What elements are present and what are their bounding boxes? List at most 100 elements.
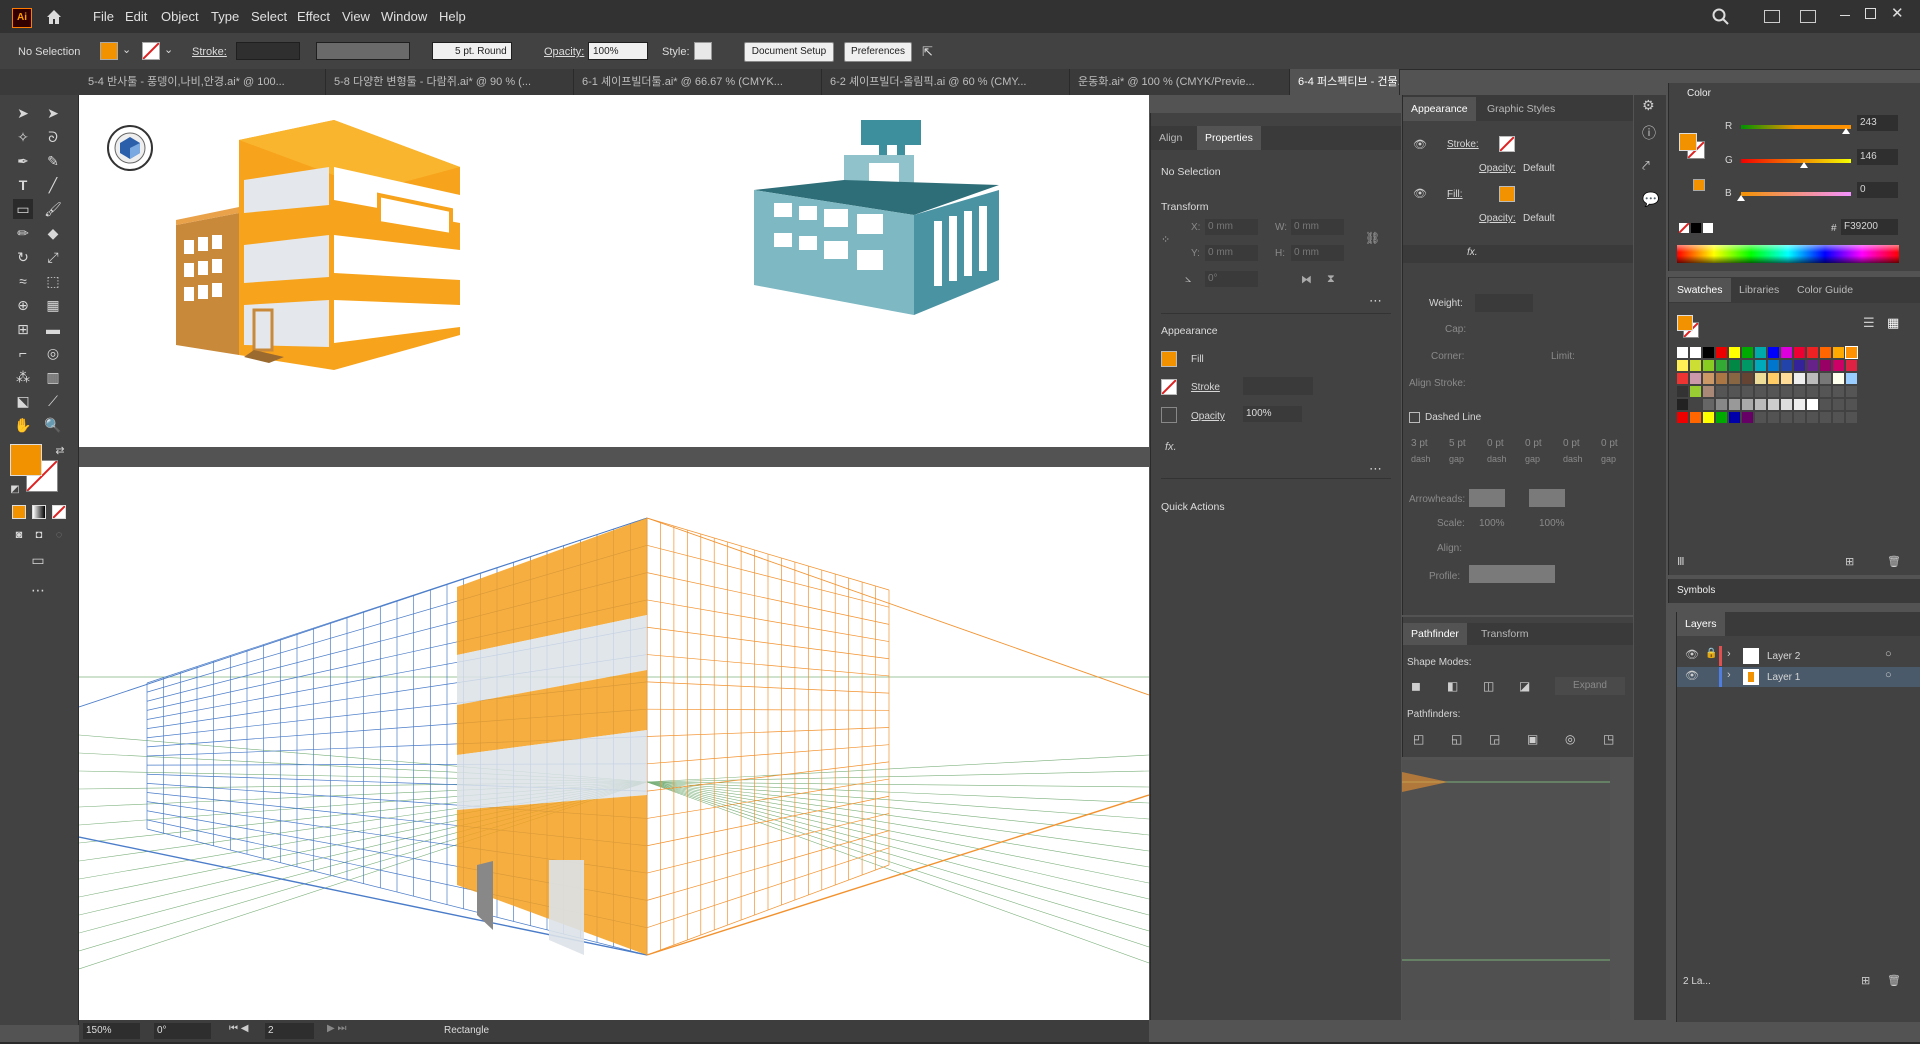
stroke-label[interactable]: Stroke: — [192, 46, 227, 58]
tab-align[interactable]: Align — [1151, 126, 1190, 150]
g-value-field[interactable]: 146 — [1857, 149, 1898, 165]
r-slider[interactable] — [1741, 125, 1851, 129]
menu-file[interactable]: File — [93, 9, 114, 24]
perspective-grid-tool-icon[interactable]: ▦ — [43, 295, 63, 315]
g-slider-thumb[interactable] — [1800, 162, 1809, 168]
color-swatch[interactable] — [1794, 360, 1805, 371]
color-swatch[interactable] — [1781, 412, 1792, 423]
appearance-fill-label[interactable]: Fill: — [1447, 189, 1463, 200]
color-swatch[interactable] — [1820, 386, 1831, 397]
home-icon[interactable] — [44, 7, 64, 27]
color-swatch[interactable] — [1716, 412, 1727, 423]
free-transform-tool-icon[interactable]: ⬚ — [43, 271, 63, 291]
appearance-fill-swatch[interactable] — [1499, 186, 1515, 202]
color-swatch[interactable] — [1690, 386, 1701, 397]
color-swatch[interactable] — [1742, 386, 1753, 397]
first-artboard-icon[interactable]: ⏮ ◀ — [229, 1023, 248, 1034]
color-swatch[interactable] — [1846, 412, 1857, 423]
color-swatch[interactable] — [1729, 347, 1740, 358]
search-icon[interactable] — [1712, 8, 1730, 26]
draw-normal-icon[interactable]: ◙ — [9, 525, 29, 545]
color-swatch[interactable] — [1703, 386, 1714, 397]
minus-back-icon[interactable]: ◳ — [1603, 732, 1614, 746]
out-of-gamut-swatch[interactable] — [1693, 179, 1705, 191]
color-swatch[interactable] — [1716, 360, 1727, 371]
color-swatch[interactable] — [1807, 412, 1818, 423]
color-swatch[interactable] — [1742, 360, 1753, 371]
workspace-icon[interactable] — [1800, 10, 1816, 23]
tab-appearance[interactable]: Appearance — [1403, 97, 1476, 121]
color-swatch[interactable] — [1820, 347, 1831, 358]
visibility-eye-icon[interactable]: 👁 — [1413, 187, 1427, 200]
color-swatch[interactable] — [1690, 360, 1701, 371]
color-swatch[interactable] — [1755, 347, 1766, 358]
color-swatch[interactable] — [1833, 386, 1844, 397]
hand-tool-icon[interactable]: ✋ — [13, 415, 33, 435]
color-swatch[interactable] — [1781, 386, 1792, 397]
pen-tool-icon[interactable]: ✒ — [13, 151, 33, 171]
type-tool-icon[interactable]: T — [13, 175, 33, 195]
color-swatch[interactable] — [1729, 399, 1740, 410]
stroke-color-swatch[interactable] — [142, 42, 160, 60]
expand-chevron-icon[interactable]: › — [1727, 648, 1731, 660]
symbol-sprayer-tool-icon[interactable]: ⁂ — [13, 367, 33, 387]
next-artboard-icon[interactable]: ▶ ⏭ — [327, 1023, 346, 1034]
color-swatch[interactable] — [1703, 347, 1714, 358]
color-swatch[interactable] — [1703, 412, 1714, 423]
color-swatch[interactable] — [1781, 347, 1792, 358]
color-swatch[interactable] — [1846, 386, 1857, 397]
intersect-icon[interactable]: ◫ — [1483, 679, 1494, 693]
color-swatch[interactable] — [1807, 373, 1818, 384]
reference-point-icon[interactable]: ⁘ — [1161, 233, 1170, 246]
menu-window[interactable]: Window — [381, 9, 427, 24]
expand-chevron-icon[interactable]: › — [1727, 669, 1731, 681]
color-swatch[interactable] — [1677, 373, 1688, 384]
visibility-eye-icon[interactable]: 👁 — [1413, 138, 1427, 151]
magic-wand-tool-icon[interactable]: ✧ — [13, 127, 33, 147]
comments-dock-icon[interactable]: 💬 — [1642, 191, 1659, 208]
lock-icon[interactable]: 🔒 — [1705, 648, 1717, 659]
new-layer-icon[interactable]: ⊞ — [1861, 974, 1870, 987]
artboard-tool-icon[interactable]: ⬕ — [13, 391, 33, 411]
color-swatch[interactable] — [1768, 386, 1779, 397]
color-spectrum[interactable] — [1677, 245, 1899, 263]
slice-tool-icon[interactable]: ⟋ — [43, 391, 63, 411]
gradient-tool-icon[interactable]: ▬ — [43, 319, 63, 339]
arrowhead-end-select[interactable] — [1529, 489, 1565, 507]
maximize-icon[interactable] — [1865, 8, 1876, 19]
stroke-dropdown-icon[interactable]: ⌄ — [164, 43, 173, 56]
perspective-widget[interactable] — [107, 125, 153, 171]
export-dock-icon[interactable]: ⤤ — [1642, 157, 1650, 174]
draw-inside-icon[interactable]: ◌ — [49, 525, 69, 545]
document-setup-button[interactable]: Document Setup — [744, 42, 834, 62]
color-swatch[interactable] — [1833, 347, 1844, 358]
color-swatch[interactable] — [1845, 346, 1858, 359]
gap-1[interactable]: 5 pt — [1449, 438, 1466, 449]
fill-opacity-label[interactable]: Opacity: — [1479, 213, 1516, 224]
color-swatch[interactable] — [1690, 399, 1701, 410]
list-view-icon[interactable]: ☰ — [1863, 315, 1875, 331]
dash-1[interactable]: 3 pt — [1411, 438, 1428, 449]
color-swatch[interactable] — [1820, 360, 1831, 371]
color-swatch[interactable] — [1781, 360, 1792, 371]
menu-effect[interactable]: Effect — [297, 9, 330, 24]
color-swatch[interactable] — [1794, 412, 1805, 423]
divide-icon[interactable]: ◰ — [1413, 732, 1424, 746]
tab-layers[interactable]: Layers — [1677, 612, 1725, 636]
color-swatch[interactable] — [1807, 399, 1818, 410]
tab-libraries[interactable]: Libraries — [1731, 278, 1787, 302]
opacity-label[interactable]: Opacity: — [544, 46, 584, 58]
color-swatch[interactable] — [1716, 373, 1727, 384]
color-fill-swatch[interactable] — [1679, 133, 1697, 151]
graphic-style-swatch[interactable] — [694, 42, 712, 60]
color-swatch[interactable] — [1768, 360, 1779, 371]
screen-mode-icon[interactable]: ▭ — [28, 550, 48, 570]
more-options-icon[interactable]: ⋯ — [1369, 293, 1382, 309]
x-field[interactable]: 0 mm — [1205, 219, 1258, 235]
eraser-tool-icon[interactable]: ◆ — [43, 223, 63, 243]
fill-swatch-large[interactable] — [10, 444, 42, 476]
color-swatch[interactable] — [1755, 386, 1766, 397]
stroke-label[interactable]: Stroke — [1191, 382, 1220, 393]
properties-dock-icon[interactable]: ⚙ — [1642, 97, 1655, 114]
zoom-tool-icon[interactable]: 🔍 — [43, 415, 63, 435]
